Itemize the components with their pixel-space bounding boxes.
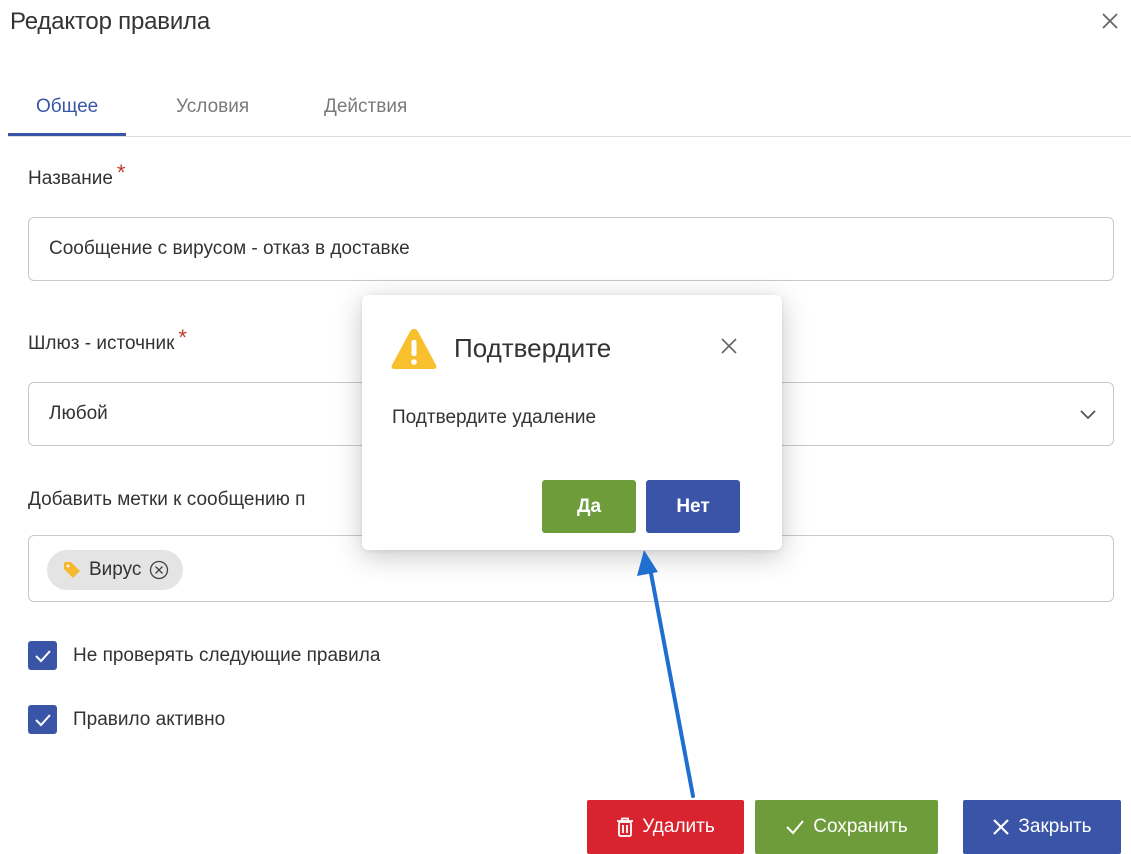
tab-bar: Общее Условия Действия [8, 80, 1131, 137]
close-button[interactable]: Закрыть [963, 800, 1121, 854]
skip-next-rules-label: Не проверять следующие правила [73, 644, 381, 666]
tags-label: Добавить метки к сообщению п [28, 489, 306, 510]
gateway-select-value: Любой [49, 403, 108, 424]
delete-button-label: Удалить [642, 816, 715, 837]
confirm-dialog: Подтвердите Подтвердите удаление Да Нет [362, 295, 782, 550]
rule-editor-window: Редактор правила Общее Условия Действия … [0, 0, 1131, 854]
name-input-value: Сообщение с вирусом - отказ в доставке [49, 238, 410, 259]
tag-chip: Вирус [47, 550, 184, 590]
name-input[interactable]: Сообщение с вирусом - отказ в доставке [28, 217, 1114, 281]
save-button-label: Сохранить [813, 816, 908, 837]
check-icon [785, 818, 805, 836]
close-button-label: Закрыть [1018, 816, 1092, 837]
checkbox-checked-icon [28, 705, 57, 734]
rule-active-label: Правило активно [73, 708, 226, 730]
required-mark: * [116, 160, 126, 185]
checkbox-checked-icon [28, 641, 57, 670]
warning-icon [390, 327, 438, 376]
gateway-label: Шлюз - источник [28, 333, 175, 354]
remove-tag-icon[interactable] [149, 560, 169, 580]
delete-button[interactable]: Удалить [587, 800, 744, 854]
skip-next-rules-checkbox[interactable]: Не проверять следующие правила [28, 641, 380, 670]
name-label: Название [28, 168, 113, 189]
gateway-label-row: Шлюз - источник * [28, 325, 187, 355]
confirm-no-button[interactable]: Нет [646, 480, 740, 533]
dialog-title: Подтвердите [454, 333, 612, 363]
rule-active-checkbox[interactable]: Правило активно [28, 705, 225, 734]
tag-chip-label: Вирус [89, 559, 142, 580]
required-mark: * [178, 325, 187, 350]
save-button[interactable]: Сохранить [755, 800, 938, 854]
name-label-row: Название * [28, 160, 125, 190]
dialog-close-icon[interactable] [716, 333, 742, 359]
tab-general[interactable]: Общее [8, 80, 127, 136]
confirm-yes-button[interactable]: Да [542, 480, 636, 533]
trash-icon [616, 817, 634, 837]
tag-icon [63, 561, 81, 579]
chevron-down-icon [1080, 410, 1096, 420]
close-icon [992, 818, 1010, 836]
window-close-icon[interactable] [1095, 6, 1125, 36]
tab-conditions[interactable]: Условия [148, 80, 277, 133]
dialog-message: Подтвердите удаление [392, 407, 597, 428]
tab-actions[interactable]: Действия [296, 80, 435, 133]
window-title: Редактор правила [10, 8, 210, 35]
